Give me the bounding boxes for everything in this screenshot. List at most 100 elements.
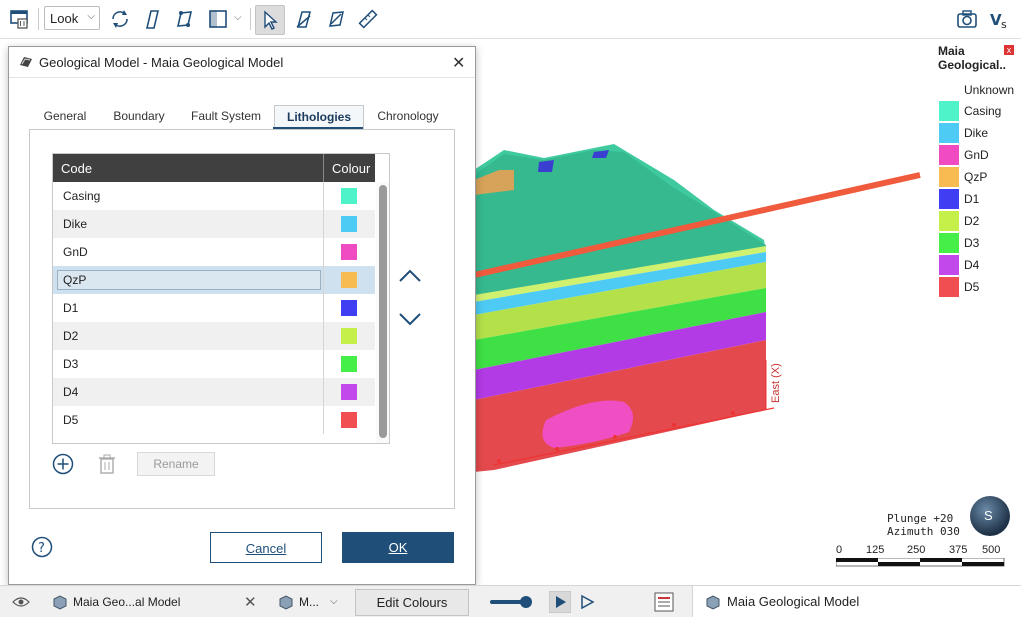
code-cell: D4 bbox=[63, 385, 79, 399]
playback-slider[interactable] bbox=[490, 586, 534, 617]
colour-cell[interactable] bbox=[323, 182, 376, 210]
globe-navigator-icon[interactable]: S bbox=[970, 496, 1010, 536]
scale-tick-label: 500 bbox=[982, 544, 1001, 556]
column-header-colour[interactable]: Colour bbox=[323, 154, 376, 182]
scale-tick-label: 250 bbox=[907, 544, 926, 556]
help-icon[interactable]: ? bbox=[31, 536, 53, 558]
rotate-icon[interactable] bbox=[106, 5, 134, 33]
legend-item: GnD bbox=[939, 145, 989, 165]
scale-tick-label: 125 bbox=[866, 544, 885, 556]
list-panel-icon[interactable] bbox=[654, 586, 674, 617]
cancel-button[interactable]: Cancel bbox=[210, 532, 322, 563]
legend-label: GnD bbox=[964, 148, 989, 162]
colour-swatch[interactable] bbox=[341, 328, 357, 344]
model-tab-1[interactable]: Maia Geo...al Model bbox=[52, 586, 180, 617]
colour-swatch[interactable] bbox=[341, 300, 357, 316]
ruler-icon[interactable] bbox=[354, 5, 382, 33]
colour-cell[interactable] bbox=[323, 266, 376, 294]
table-row[interactable]: D2 bbox=[53, 322, 375, 350]
play-step-icon[interactable] bbox=[579, 586, 595, 617]
close-icon[interactable]: ✕ bbox=[244, 586, 257, 617]
colour-cell[interactable] bbox=[323, 378, 376, 406]
table-scrollbar[interactable] bbox=[376, 182, 389, 443]
look-dropdown[interactable]: Look ⌵ bbox=[44, 6, 100, 30]
column-header-colour-label: Colour bbox=[332, 161, 371, 176]
draw-line-icon[interactable] bbox=[290, 5, 318, 33]
chevron-down-icon[interactable]: ⌵ bbox=[330, 586, 338, 617]
move-plane-icon[interactable] bbox=[170, 5, 198, 33]
colour-cell[interactable] bbox=[323, 294, 376, 322]
tab-chronology[interactable]: Chronology bbox=[369, 105, 447, 129]
tab-general[interactable]: General bbox=[37, 105, 93, 129]
tab-fault-system[interactable]: Fault System bbox=[185, 105, 267, 129]
delete-icon[interactable] bbox=[96, 453, 118, 475]
legend-swatch bbox=[939, 167, 959, 187]
plunge-readout: Plunge +20 bbox=[887, 512, 954, 525]
colour-cell[interactable] bbox=[323, 350, 376, 378]
table-row[interactable]: Dike bbox=[53, 210, 375, 238]
edit-colours-button[interactable]: Edit Colours bbox=[355, 589, 469, 616]
table-row[interactable]: D3 bbox=[53, 350, 375, 378]
legend-title-line2: Geological.. bbox=[938, 58, 1007, 72]
legend-label: D5 bbox=[964, 280, 980, 294]
close-icon[interactable]: ✕ bbox=[452, 53, 465, 73]
code-cell: Dike bbox=[63, 217, 88, 231]
colour-cell[interactable] bbox=[323, 210, 376, 238]
ok-button[interactable]: OK bbox=[342, 532, 454, 563]
camera-icon[interactable] bbox=[953, 5, 981, 33]
colour-cell[interactable] bbox=[323, 322, 376, 350]
slice-icon[interactable] bbox=[138, 5, 166, 33]
column-header-code[interactable]: Code bbox=[61, 161, 92, 176]
table-row[interactable]: D1 bbox=[53, 294, 375, 322]
model-tab-2[interactable]: M... bbox=[278, 586, 319, 617]
legend-item: QzP bbox=[939, 167, 987, 187]
legend-label: D1 bbox=[964, 192, 980, 206]
legend-label: Dike bbox=[964, 126, 989, 140]
legend-close-icon[interactable]: x bbox=[1004, 45, 1014, 55]
model-cube-icon bbox=[279, 594, 293, 610]
colour-swatch[interactable] bbox=[341, 356, 357, 372]
colour-swatch[interactable] bbox=[341, 244, 357, 260]
dialog-title: Geological Model - Maia Geological Model bbox=[39, 55, 284, 70]
eye-icon[interactable] bbox=[12, 586, 30, 617]
legend-item: D5 bbox=[939, 277, 979, 297]
table-row[interactable]: GnD bbox=[53, 238, 375, 266]
table-row[interactable]: Casing bbox=[53, 182, 375, 210]
colour-swatch[interactable] bbox=[341, 216, 357, 232]
geological-model-icon bbox=[20, 57, 32, 67]
chevron-down-icon[interactable]: ⌵ bbox=[234, 12, 242, 23]
move-down-icon[interactable] bbox=[397, 308, 423, 330]
colour-cell[interactable] bbox=[323, 238, 376, 266]
colour-swatch[interactable] bbox=[341, 272, 357, 288]
table-row[interactable]: D4 bbox=[53, 378, 375, 406]
colour-swatch[interactable] bbox=[341, 188, 357, 204]
table-row[interactable]: QzP bbox=[53, 266, 375, 294]
look-dropdown-value: Look bbox=[50, 10, 79, 26]
legend-item: D4 bbox=[939, 255, 979, 275]
geological-model-dialog: Geological Model - Maia Geological Model… bbox=[8, 46, 476, 585]
model-tab-2-label: M... bbox=[299, 594, 319, 609]
move-up-icon[interactable] bbox=[397, 265, 423, 287]
add-icon[interactable] bbox=[52, 453, 74, 475]
trash-list-icon[interactable] bbox=[6, 5, 34, 33]
colour-cell[interactable] bbox=[323, 406, 376, 434]
colour-swatch[interactable] bbox=[341, 412, 357, 428]
box-split-icon[interactable] bbox=[204, 5, 232, 33]
play-icon[interactable] bbox=[549, 586, 571, 617]
rename-button[interactable]: Rename bbox=[137, 452, 215, 476]
top-toolbar: Look ⌵ ⌵ Vs bbox=[0, 0, 1021, 39]
v-s-icon[interactable]: Vs bbox=[986, 5, 1014, 33]
colour-swatch[interactable] bbox=[341, 384, 357, 400]
active-object-panel: Maia Geological Model bbox=[692, 586, 1021, 617]
model-cube-icon bbox=[53, 594, 67, 610]
legend-label: QzP bbox=[964, 170, 988, 184]
select-cursor-icon[interactable] bbox=[255, 5, 285, 35]
legend-label: D2 bbox=[964, 214, 980, 228]
tab-boundary[interactable]: Boundary bbox=[107, 105, 171, 129]
scrollbar-thumb[interactable] bbox=[379, 185, 387, 438]
code-edit-field[interactable]: QzP bbox=[57, 270, 321, 290]
legend-swatch bbox=[939, 101, 959, 121]
measure-plane-icon[interactable] bbox=[322, 5, 350, 33]
table-row[interactable]: D5 bbox=[53, 406, 375, 434]
3d-scene-viewport[interactable]: East (X) bbox=[430, 40, 1021, 584]
